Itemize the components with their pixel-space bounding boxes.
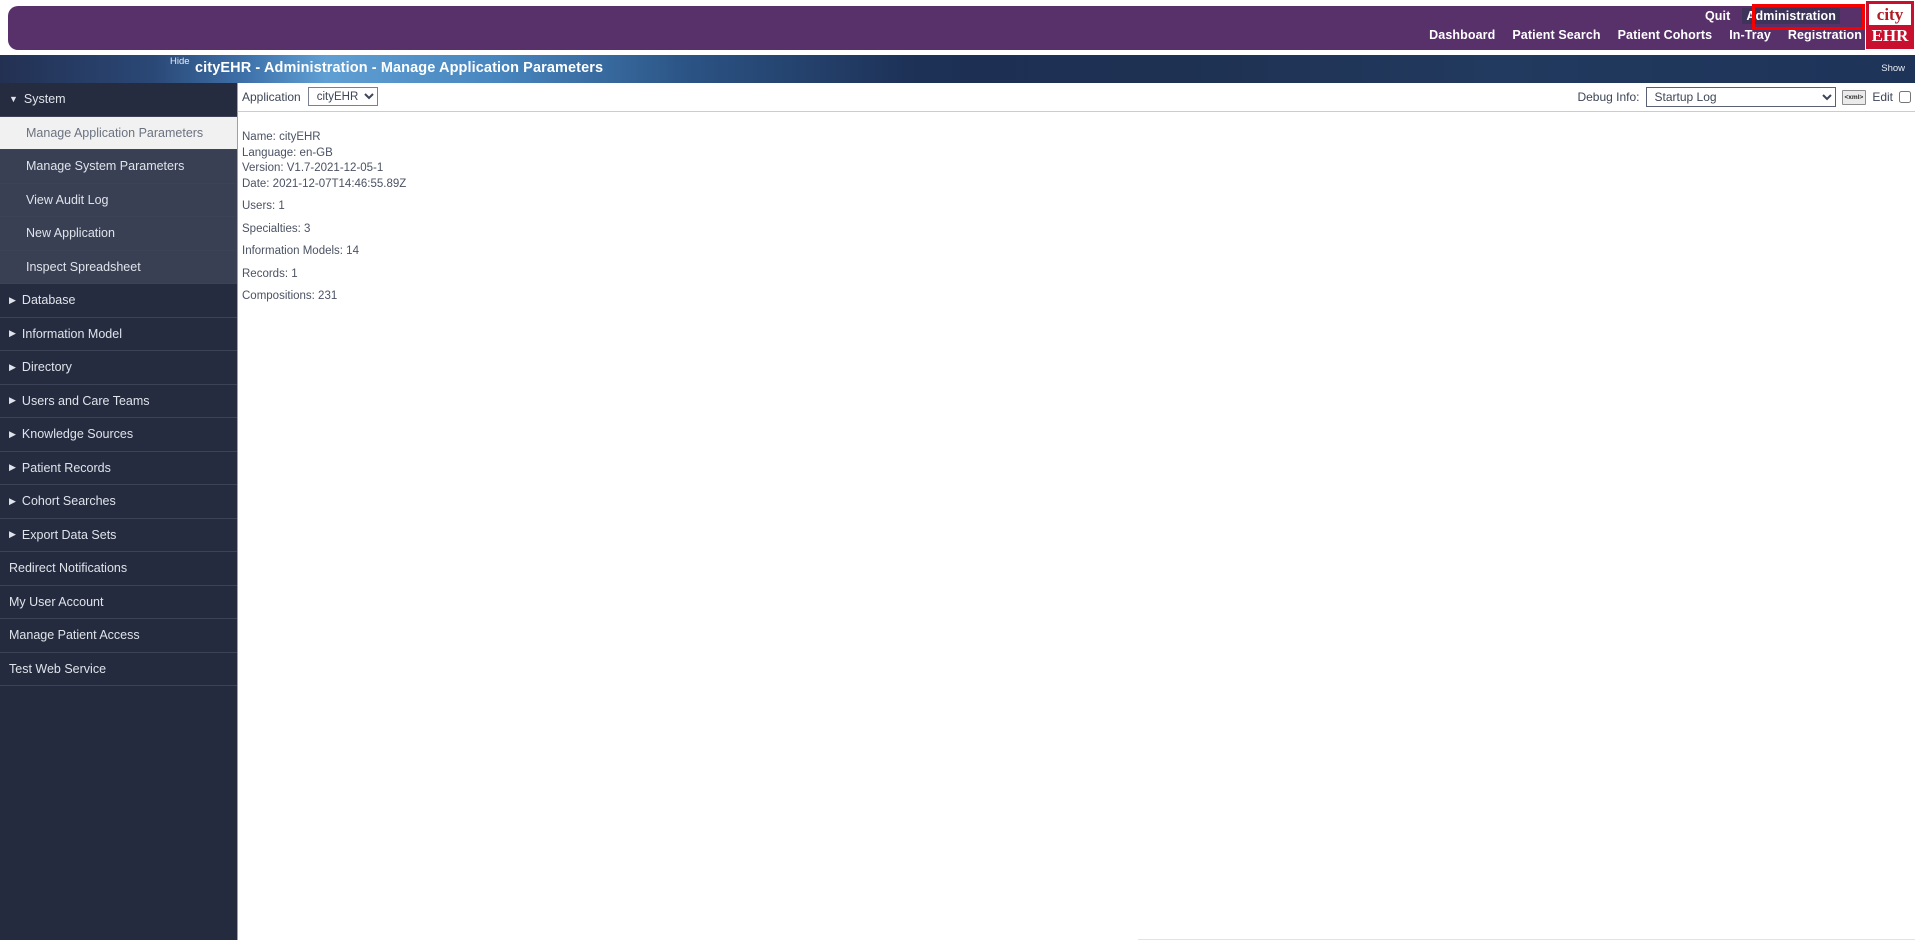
nav-registration[interactable]: Registration xyxy=(1788,28,1862,42)
sidebar-item-manage-system-parameters[interactable]: Manage System Parameters xyxy=(0,150,237,184)
show-panel-button[interactable]: Show xyxy=(1881,63,1905,74)
edit-checkbox[interactable] xyxy=(1899,91,1911,103)
content-toolbar: Application cityEHR Debug Info: Startup … xyxy=(238,83,1915,112)
debug-info-select[interactable]: Startup Log xyxy=(1645,87,1836,107)
sidebar-item-label: Test Web Service xyxy=(9,661,107,676)
top-banner: Quit Administration Dashboard Patient Se… xyxy=(0,0,1915,55)
sidebar-item-view-audit-log[interactable]: View Audit Log xyxy=(0,183,237,217)
cityehr-logo: city EHR xyxy=(1865,0,1915,50)
nav-patient-search[interactable]: Patient Search xyxy=(1512,28,1600,42)
detail-version: Version: V1.7-2021-12-05-1 xyxy=(242,162,384,174)
stat-compositions: Compositions: 231 xyxy=(242,290,338,302)
page-title: cityEHR - Administration - Manage Applic… xyxy=(195,60,604,76)
sidebar-item-label: Cohort Searches xyxy=(21,494,116,509)
sidebar-item-label: Inspect Spreadsheet xyxy=(26,259,141,274)
sidebar-item-label: System xyxy=(23,92,66,107)
stat-information-models: Information Models: 14 xyxy=(242,245,359,257)
triangle-right-icon: ▶ xyxy=(9,328,16,339)
sidebar-item-label: Manage System Parameters xyxy=(26,159,185,174)
hide-sidebar-button[interactable]: Hide xyxy=(170,56,190,67)
page-title-bar: Hide cityEHR - Administration - Manage A… xyxy=(0,55,1915,83)
main-content: Application cityEHR Debug Info: Startup … xyxy=(238,83,1915,940)
banner-secondary-nav: Dashboard Patient Search Patient Cohorts… xyxy=(1429,28,1862,42)
page-body: ▼ System Manage Application Parameters M… xyxy=(0,83,1915,940)
sidebar-item-label: My User Account xyxy=(9,594,104,609)
sidebar-item-label: Manage Application Parameters xyxy=(26,125,204,140)
logo-city-text: city xyxy=(1869,4,1911,25)
sidebar-item-label: Knowledge Sources xyxy=(21,427,134,442)
triangle-right-icon: ▶ xyxy=(9,395,16,406)
nav-dashboard[interactable]: Dashboard xyxy=(1429,28,1495,42)
edit-label: Edit xyxy=(1872,90,1893,104)
sidebar-item-cohort-searches[interactable]: ▶ Cohort Searches xyxy=(0,485,237,519)
sidebar-item-directory[interactable]: ▶ Directory xyxy=(0,351,237,385)
triangle-right-icon: ▶ xyxy=(9,428,16,439)
sidebar-item-label: Redirect Notifications xyxy=(9,561,128,576)
sidebar-item-export-data-sets[interactable]: ▶ Export Data Sets xyxy=(0,518,237,552)
debug-info-group: Debug Info: Startup Log <xml> Edit xyxy=(1577,87,1911,107)
sidebar-item-database[interactable]: ▶ Database xyxy=(0,284,237,318)
triangle-right-icon: ▶ xyxy=(9,361,16,372)
logo-ehr-text: EHR xyxy=(1871,26,1909,46)
sidebar-item-my-user-account[interactable]: My User Account xyxy=(0,586,237,619)
sidebar-item-label: View Audit Log xyxy=(26,192,109,207)
detail-name: Name: cityEHR xyxy=(242,131,321,143)
banner-primary-nav: Quit Administration xyxy=(1705,8,1840,24)
nav-in-tray[interactable]: In-Tray xyxy=(1729,28,1771,42)
nav-administration[interactable]: Administration xyxy=(1742,8,1840,24)
triangle-right-icon: ▶ xyxy=(9,495,16,506)
sidebar-item-label: Database xyxy=(21,293,76,308)
sidebar-item-label: Export Data Sets xyxy=(21,527,117,542)
detail-language: Language: en-GB xyxy=(242,146,333,159)
detail-date: Date: 2021-12-07T14:46:55.89Z xyxy=(242,177,407,190)
sidebar-item-information-model[interactable]: ▶ Information Model xyxy=(0,317,237,351)
sidebar-item-users-and-care-teams[interactable]: ▶ Users and Care Teams xyxy=(0,384,237,418)
sidebar-item-label: Patient Records xyxy=(21,460,111,475)
sidebar-item-test-web-service[interactable]: Test Web Service xyxy=(0,653,237,686)
sidebar-item-inspect-spreadsheet[interactable]: Inspect Spreadsheet xyxy=(0,250,237,284)
application-selector-group: Application cityEHR xyxy=(242,87,378,106)
sidebar-item-label: Information Model xyxy=(21,326,122,341)
nav-patient-cohorts[interactable]: Patient Cohorts xyxy=(1618,28,1713,42)
stat-specialties: Specialties: 3 xyxy=(242,222,311,235)
sidebar-item-manage-application-parameters[interactable]: Manage Application Parameters xyxy=(0,116,237,150)
xml-view-button[interactable]: <xml> xyxy=(1841,89,1867,105)
triangle-right-icon: ▶ xyxy=(9,294,16,305)
sidebar-nav: ▼ System Manage Application Parameters M… xyxy=(0,83,238,940)
sidebar-item-label: Users and Care Teams xyxy=(21,393,150,408)
debug-info-label: Debug Info: xyxy=(1577,90,1640,104)
sidebar-item-redirect-notifications[interactable]: Redirect Notifications xyxy=(0,552,237,586)
stat-users: Users: 1 xyxy=(242,200,285,212)
application-select[interactable]: cityEHR xyxy=(307,87,378,106)
sidebar-item-label: New Application xyxy=(26,226,115,241)
application-label: Application xyxy=(242,89,301,104)
stat-records: Records: 1 xyxy=(242,267,298,280)
sidebar-item-new-application[interactable]: New Application xyxy=(0,217,237,251)
application-details-panel: Name: cityEHR Language: en-GB Version: V… xyxy=(238,112,1915,305)
triangle-right-icon: ▶ xyxy=(9,529,16,540)
sidebar-item-label: Manage Patient Access xyxy=(9,628,140,643)
sidebar-item-label: Directory xyxy=(21,360,72,375)
triangle-down-icon: ▼ xyxy=(9,93,18,104)
sidebar-item-patient-records[interactable]: ▶ Patient Records xyxy=(0,451,237,485)
nav-quit[interactable]: Quit xyxy=(1705,9,1730,23)
sidebar-item-system[interactable]: ▼ System xyxy=(0,83,237,117)
sidebar-item-manage-patient-access[interactable]: Manage Patient Access xyxy=(0,619,237,653)
sidebar-item-knowledge-sources[interactable]: ▶ Knowledge Sources xyxy=(0,418,237,452)
triangle-right-icon: ▶ xyxy=(9,462,16,473)
